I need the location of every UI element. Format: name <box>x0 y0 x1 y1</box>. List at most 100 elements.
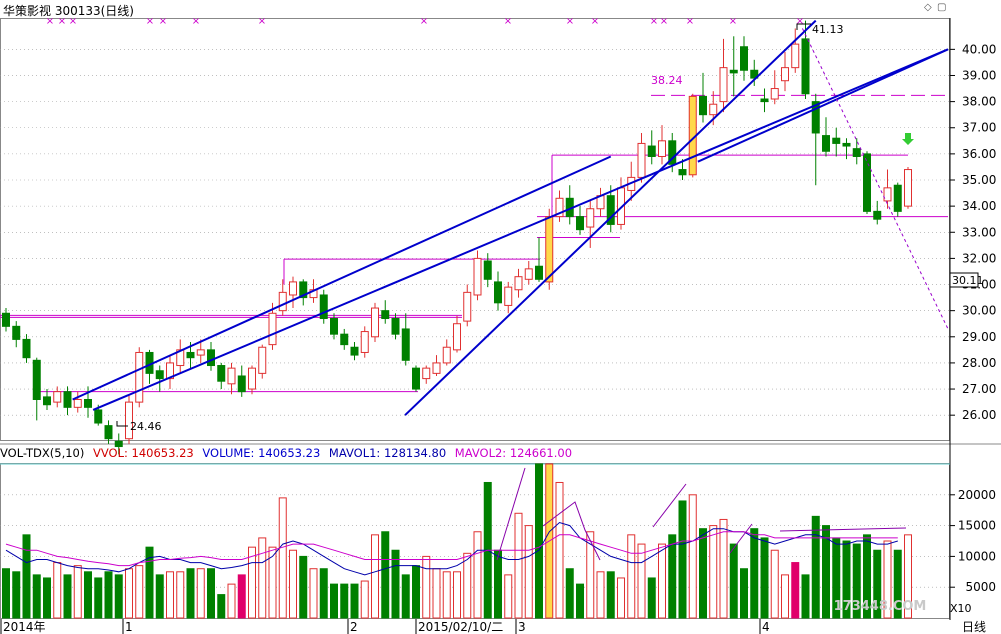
mavol2-value: MAVOL2: 124661.00 <box>454 446 573 460</box>
candle <box>176 339 185 374</box>
candle-body <box>412 367 420 390</box>
candle-body <box>135 351 144 403</box>
candle-body <box>504 286 513 306</box>
high-price-label: 41.13 <box>812 23 844 36</box>
candle <box>822 117 830 157</box>
candle-body <box>781 67 789 82</box>
x-tick-label: 2015/02/10/二 <box>418 620 503 634</box>
candle <box>842 138 851 160</box>
price-tick-label: 36.00 <box>962 147 996 161</box>
candle-body <box>217 365 226 382</box>
candle-body <box>647 145 656 157</box>
candle <box>699 72 707 123</box>
level-label: 38.24 <box>651 74 683 87</box>
volume-bar <box>719 518 728 619</box>
volume-bar <box>63 574 72 619</box>
volume-bar <box>258 537 267 619</box>
signal-marker: × <box>591 16 599 27</box>
price-tick-label: 34.00 <box>962 199 996 213</box>
volume-bar <box>340 583 349 619</box>
candle <box>658 125 666 165</box>
volume-bar <box>176 571 185 619</box>
price-tick-label: 29.00 <box>962 330 996 344</box>
candle-body <box>32 359 41 400</box>
volume-bar <box>12 571 21 619</box>
signal-marker: × <box>69 16 77 27</box>
volume-bar <box>658 543 666 619</box>
candle-body <box>740 46 748 71</box>
candle-body <box>729 69 738 74</box>
volume-tick-label: 5000 <box>965 580 996 594</box>
x-tick-label: 4 <box>762 620 770 634</box>
candle <box>350 342 359 361</box>
candle-body <box>196 349 205 356</box>
volume-bar <box>350 583 359 619</box>
candle <box>227 362 236 395</box>
candle <box>576 206 584 235</box>
price-tick-label: 30.00 <box>962 304 996 318</box>
vvol-value: VVOL: 140653.23 <box>93 446 194 460</box>
candle-body <box>258 346 267 374</box>
price-tick-label: 28.00 <box>962 356 996 370</box>
volume-bar <box>155 574 164 619</box>
volume-bar <box>432 568 441 619</box>
candle <box>32 357 41 421</box>
candle <box>258 344 267 379</box>
candle <box>453 315 461 353</box>
candle <box>791 28 800 73</box>
candle-body <box>576 216 584 231</box>
candle <box>781 51 789 92</box>
candle <box>299 279 308 306</box>
candle-body <box>514 276 523 291</box>
candle-body <box>401 328 410 361</box>
candle <box>248 365 256 395</box>
candle-body <box>760 98 769 103</box>
volume-bar <box>576 583 584 619</box>
candle-body <box>2 312 10 327</box>
candle-body <box>84 398 92 408</box>
candle-body <box>719 67 728 103</box>
price-tick-label: 40.00 <box>962 42 996 56</box>
volume-bar <box>750 528 759 619</box>
volume-bar <box>688 494 697 619</box>
volume-bar <box>73 565 82 619</box>
candle-body <box>186 351 195 359</box>
x-tick-label: 2014年 <box>3 620 46 634</box>
signal-marker: × <box>58 16 66 27</box>
volume-bar <box>104 571 113 619</box>
candle-body <box>330 317 338 335</box>
candle <box>73 391 82 413</box>
projection-line <box>801 28 949 330</box>
arrow-down-icon <box>902 133 914 145</box>
candle-body <box>863 153 871 212</box>
candle-body <box>801 38 810 95</box>
candle <box>22 334 31 363</box>
candle <box>432 355 441 376</box>
volume-bar <box>330 583 338 619</box>
volume-bar <box>555 481 564 619</box>
x-tick-label: 3 <box>518 620 526 634</box>
candle-body <box>883 187 892 202</box>
candle-body <box>904 169 912 207</box>
candle <box>217 362 226 390</box>
volume-bar <box>453 571 461 619</box>
volume-tick-label: 15000 <box>958 519 996 533</box>
volume-bar <box>514 512 523 619</box>
candle-body <box>873 210 882 220</box>
volume-bar <box>801 574 810 619</box>
volume-bar <box>699 528 707 619</box>
chart-canvas: 26.0027.0028.0029.0030.0031.0032.0033.00… <box>0 16 1001 634</box>
volume-bar <box>781 574 789 619</box>
candle <box>863 151 871 214</box>
candle <box>893 182 902 217</box>
candle-body <box>371 307 379 338</box>
candle <box>565 185 574 225</box>
watermark: 173448.COM <box>834 599 927 614</box>
candle-body <box>473 257 482 296</box>
candle-body <box>432 362 441 374</box>
candle-body <box>43 396 51 406</box>
volume-annotation-line <box>779 527 907 532</box>
signal-marker: × <box>192 16 200 27</box>
volume-bar <box>606 571 615 619</box>
signal-marker: × <box>686 16 694 27</box>
